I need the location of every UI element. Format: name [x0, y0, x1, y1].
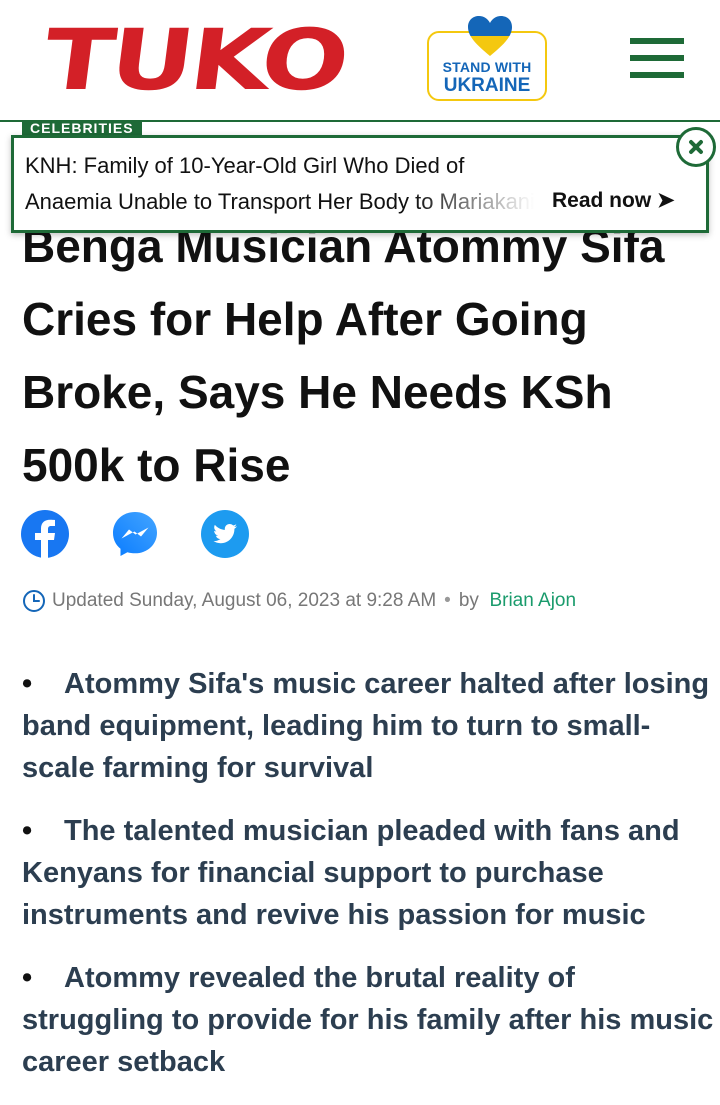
key-points-list: • Atommy Sifa's music career halted after… [22, 663, 716, 1104]
list-item: • The talented musician pleaded with fans… [22, 810, 716, 936]
ukraine-badge-line2: UKRAINE [443, 75, 531, 96]
popup-text-fade [414, 186, 534, 222]
twitter-icon[interactable] [201, 510, 249, 558]
recommended-article-popup[interactable]: KNH: Family of 10-Year-Old Girl Who Died… [11, 135, 709, 233]
close-icon[interactable] [676, 127, 716, 167]
bullet-text: The talented musician pleaded with fans … [22, 815, 680, 931]
heart-icon [468, 16, 512, 56]
bullet-text: Atommy Sifa's music career halted after … [22, 668, 710, 784]
meta-separator: • [444, 590, 451, 611]
messenger-icon[interactable] [111, 510, 159, 558]
author-link[interactable]: Brian Ajon [489, 590, 576, 611]
facebook-icon[interactable] [21, 510, 69, 558]
category-tag[interactable]: CELEBRITIES [22, 122, 142, 135]
bullet-icon: • [22, 962, 33, 994]
hamburger-icon[interactable] [630, 38, 684, 78]
updated-timestamp: Updated Sunday, August 06, 2023 at 9:28 … [52, 590, 437, 611]
tuko-logo[interactable]: TUKO [38, 11, 351, 109]
bullet-icon: • [22, 668, 33, 700]
article-meta: Updated Sunday, August 06, 2023 at 9:28 … [22, 588, 576, 614]
by-label: by [458, 590, 479, 611]
clock-icon [23, 589, 45, 612]
site-header: TUKO STAND WITH UKRAINE [0, 0, 720, 122]
ukraine-badge-line1: STAND WITH [442, 59, 532, 75]
bullet-text: Atommy revealed the brutal reality of st… [22, 962, 714, 1078]
stand-with-ukraine-badge[interactable]: STAND WITH UKRAINE [427, 16, 547, 101]
read-now-button[interactable]: Read now ➤ [552, 188, 675, 213]
bullet-icon: • [22, 815, 33, 847]
article-title: Benga Musician Atommy Sifa Cries for Hel… [22, 220, 665, 491]
list-item: • Atommy Sifa's music career halted after… [22, 663, 716, 789]
list-item: • Atommy revealed the brutal reality of s… [22, 957, 716, 1083]
